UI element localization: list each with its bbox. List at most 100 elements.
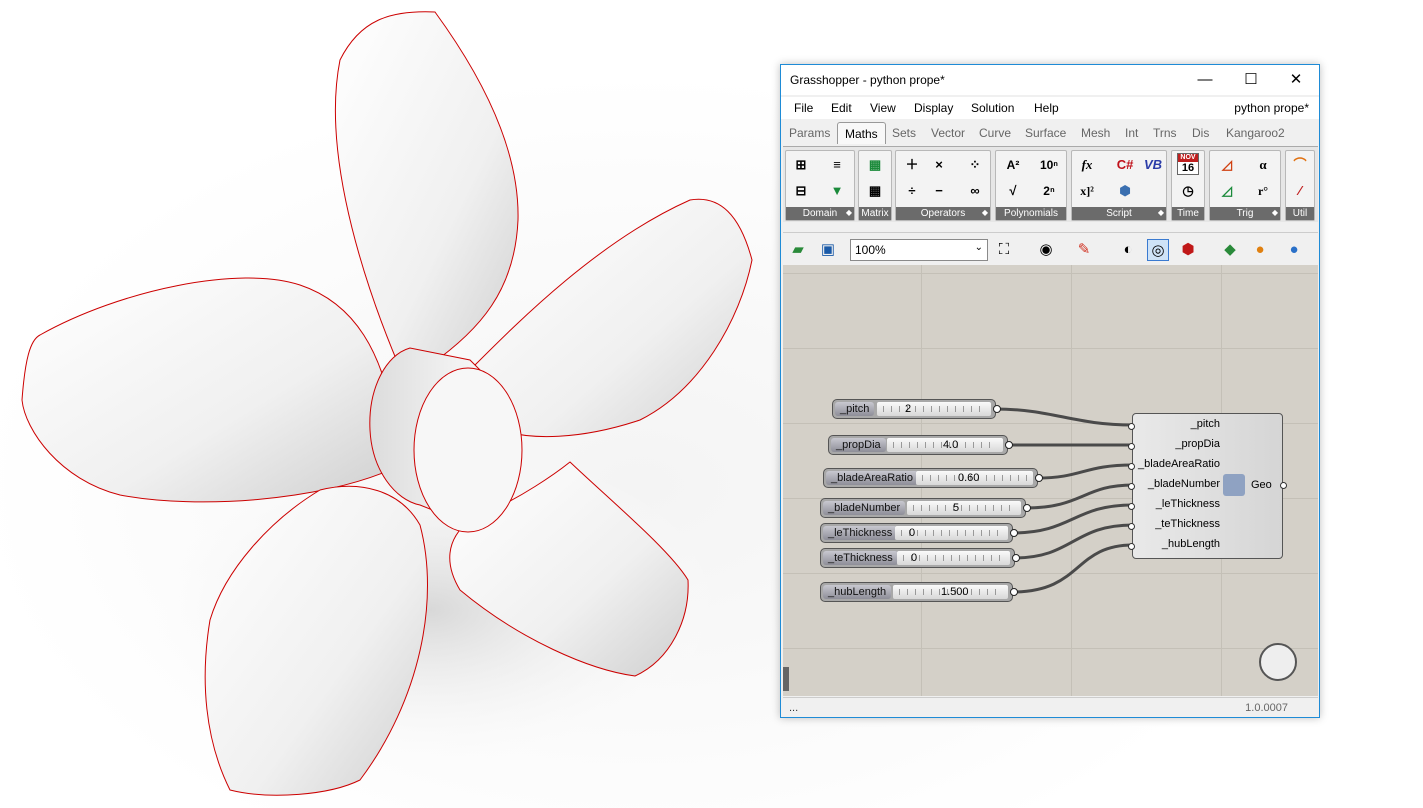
input-grip[interactable] xyxy=(1128,483,1135,490)
divide-icon[interactable]: ÷ xyxy=(901,180,923,202)
grasshopper-canvas[interactable]: _pitch 2 _propDia 4.0 _bladeAreaRatio 0.… xyxy=(783,265,1318,696)
alpha-icon[interactable]: α xyxy=(1252,154,1274,176)
input-propdia[interactable]: _propDia xyxy=(1175,438,1220,450)
input-bladenumber[interactable]: _bladeNumber xyxy=(1148,478,1220,490)
remap-icon[interactable]: ⊟ xyxy=(790,180,812,202)
slider-bladenumber[interactable]: _bladeNumber 5 xyxy=(820,498,1031,518)
tab-curve[interactable]: Curve xyxy=(979,126,1011,140)
slider-track[interactable]: 4.0 xyxy=(887,438,1003,452)
preview-eye-icon[interactable]: ◉ xyxy=(1035,239,1057,261)
save-icon[interactable]: ▣ xyxy=(817,239,839,261)
input-grip[interactable] xyxy=(1128,463,1135,470)
bell-curve-icon[interactable]: ⌒ xyxy=(1289,154,1311,176)
input-grip[interactable] xyxy=(1128,523,1135,530)
output-grip[interactable] xyxy=(993,405,1001,413)
material-icon[interactable]: ● xyxy=(1249,239,1271,261)
shaded-icon[interactable]: ⬢ xyxy=(1177,239,1199,261)
bake-icon[interactable]: ◆ xyxy=(1219,239,1241,261)
trig-triangle-icon[interactable]: ◿ xyxy=(1216,180,1238,202)
evaluate-icon[interactable]: x]² xyxy=(1076,180,1098,202)
output-grip[interactable] xyxy=(1023,504,1031,512)
maximize-icon[interactable]: ☐ xyxy=(1228,65,1274,95)
expression-icon[interactable]: fx xyxy=(1076,154,1098,176)
grasshopper-window[interactable]: Grasshopper - python prope* — ☐ ✕ File E… xyxy=(780,64,1320,718)
output-grip[interactable] xyxy=(1035,474,1043,482)
vb-icon[interactable]: VB xyxy=(1142,154,1164,176)
triangle-icon[interactable]: ◿ xyxy=(1216,154,1238,176)
plus-icon[interactable]: ＋ xyxy=(901,154,923,176)
tab-vector[interactable]: Vector xyxy=(931,126,965,140)
csharp-icon[interactable]: C# xyxy=(1114,154,1136,176)
tab-sets[interactable]: Sets xyxy=(892,126,916,140)
paint-brush-icon[interactable]: ✎ xyxy=(1073,239,1095,261)
python-icon[interactable]: ⬢ xyxy=(1114,180,1136,202)
slider-pitch[interactable]: _pitch 2 xyxy=(832,399,1001,419)
slider-tethickness[interactable]: _teThickness 0 xyxy=(820,548,1020,568)
input-hublength[interactable]: _hubLength xyxy=(1162,538,1220,550)
slider-propdia[interactable]: _propDia 4.0 xyxy=(828,435,1013,455)
chain-icon[interactable]: ∞ xyxy=(964,180,986,202)
output-grip[interactable] xyxy=(1005,441,1013,449)
tab-int[interactable]: Int xyxy=(1125,126,1138,140)
slider-track[interactable]: 0.60 xyxy=(916,471,1033,485)
tab-params[interactable]: Params xyxy=(789,126,830,140)
slider-track[interactable]: 5 xyxy=(907,501,1021,515)
input-grip[interactable] xyxy=(1128,423,1135,430)
domain-icon[interactable]: ⊞ xyxy=(790,154,812,176)
slider-bladearearatio[interactable]: _bladeAreaRatio 0.60 xyxy=(823,468,1043,488)
graph-icon[interactable]: ∕ xyxy=(1289,180,1311,202)
output-grip[interactable] xyxy=(1010,529,1018,537)
scroll-handle[interactable] xyxy=(783,667,789,691)
open-icon[interactable]: ▰ xyxy=(787,239,809,261)
bounds-icon[interactable]: ≡ xyxy=(826,154,848,176)
funnel-icon[interactable]: ▼ xyxy=(826,180,848,202)
slider-track[interactable]: 0 xyxy=(897,551,1010,565)
input-tethickness[interactable]: _teThickness xyxy=(1155,518,1220,530)
slider-hublength[interactable]: _hubLength 1.500 xyxy=(820,582,1018,602)
slider-track[interactable]: 2 xyxy=(877,402,991,416)
navigation-wheel-icon[interactable] xyxy=(1259,643,1297,681)
tab-trns[interactable]: Trns xyxy=(1153,126,1177,140)
slider-track[interactable]: 0 xyxy=(895,526,1008,540)
slider-lethickness[interactable]: _leThickness 0 xyxy=(820,523,1018,543)
menu-display[interactable]: Display xyxy=(914,101,953,115)
minimize-icon[interactable]: — xyxy=(1182,65,1228,95)
output-grip[interactable] xyxy=(1280,482,1287,489)
tab-kangaroo2[interactable]: Kangaroo2 xyxy=(1226,126,1285,140)
menu-view[interactable]: View xyxy=(870,101,896,115)
calendar-icon[interactable]: NOV 16 xyxy=(1177,153,1199,175)
menu-file[interactable]: File xyxy=(794,101,813,115)
clock-icon[interactable]: ◷ xyxy=(1177,180,1199,202)
output-grip[interactable] xyxy=(1010,588,1018,596)
tab-maths[interactable]: Maths xyxy=(837,122,886,144)
title-bar[interactable]: Grasshopper - python prope* — ☐ ✕ xyxy=(781,65,1319,95)
slider-track[interactable]: 1.500 xyxy=(893,585,1008,599)
wireframe-icon[interactable]: ◎ xyxy=(1147,239,1169,261)
tab-surface[interactable]: Surface xyxy=(1025,126,1066,140)
input-grip[interactable] xyxy=(1128,443,1135,450)
preview-mode-icon[interactable]: ◐ xyxy=(1117,239,1139,261)
scatter-icon[interactable]: ⁘ xyxy=(964,154,986,176)
input-lethickness[interactable]: _leThickness xyxy=(1156,498,1220,510)
multiply-icon[interactable]: × xyxy=(928,154,950,176)
menu-help[interactable]: Help xyxy=(1034,101,1059,115)
output-grip[interactable] xyxy=(1012,554,1020,562)
radians-icon[interactable]: r° xyxy=(1252,180,1274,202)
matrix-icon[interactable]: ▦ xyxy=(864,154,886,176)
sphere-icon[interactable]: ● xyxy=(1283,239,1305,261)
python-component[interactable]: _pitch _propDia _bladeAreaRatio _bladeNu… xyxy=(1128,413,1287,559)
tab-dis[interactable]: Dis xyxy=(1192,126,1209,140)
input-pitch[interactable]: _pitch xyxy=(1191,418,1220,430)
menu-edit[interactable]: Edit xyxy=(831,101,852,115)
matrix-grid-icon[interactable]: ▦ xyxy=(864,180,886,202)
zoom-select[interactable]: 100% ⌄ xyxy=(850,239,988,261)
zoom-extents-icon[interactable]: ⛶ xyxy=(993,239,1015,261)
tab-mesh[interactable]: Mesh xyxy=(1081,126,1110,140)
square-icon[interactable]: A² xyxy=(1002,154,1024,176)
input-bladearearatio[interactable]: _bladeAreaRatio xyxy=(1138,458,1220,470)
power2-icon[interactable]: 2ⁿ xyxy=(1038,180,1060,202)
minus-icon[interactable]: − xyxy=(928,180,950,202)
input-grip[interactable] xyxy=(1128,543,1135,550)
input-grip[interactable] xyxy=(1128,503,1135,510)
close-icon[interactable]: ✕ xyxy=(1273,65,1319,95)
